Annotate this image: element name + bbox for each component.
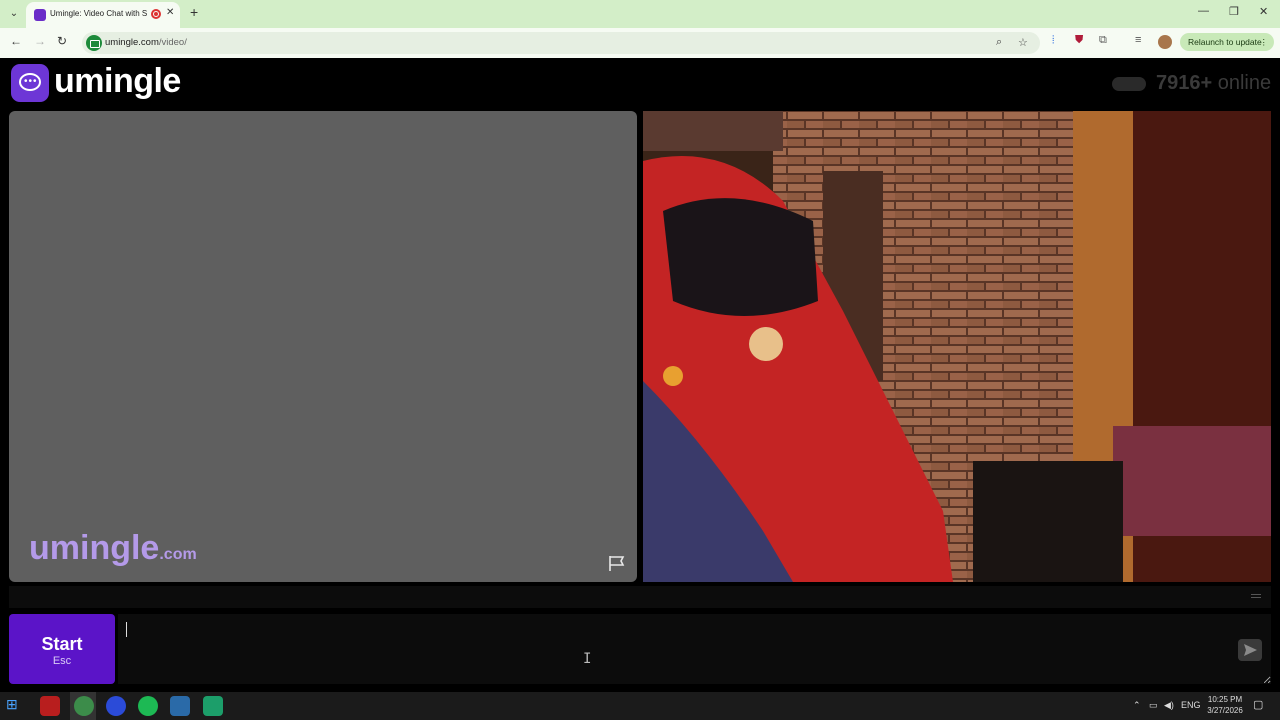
close-tab-icon[interactable]: ✕ — [166, 7, 174, 18]
zoom-icon[interactable]: ⌕ — [996, 36, 1002, 49]
restore-icon[interactable]: ❐ — [1229, 5, 1239, 18]
address-bar[interactable]: umingle.com/video/ ⌕ ☆ — [82, 32, 1040, 54]
tab-search-icon[interactable]: ⌄ — [6, 6, 22, 22]
send-icon[interactable] — [1238, 639, 1262, 661]
forward-icon[interactable]: → — [34, 34, 46, 48]
online-toggle[interactable] — [1112, 77, 1146, 91]
logo-text[interactable]: umingle — [54, 62, 181, 101]
chrome-profile-icon[interactable] — [106, 696, 126, 716]
windows-taskbar: ⊞ ⌃ ▭ ◀) ENG 10:25 PM 3/27/2026 ▢ — [0, 692, 1280, 720]
stranger-video: umingle.com — [9, 111, 637, 582]
back-icon[interactable]: ← — [10, 34, 22, 48]
close-window-icon[interactable]: ✕ — [1259, 5, 1268, 18]
umingle-page: ••• umingle 7916+ online umingle.com Sta… — [0, 58, 1280, 692]
new-tab-icon[interactable]: + — [190, 4, 198, 20]
bookmark-star-icon[interactable]: ☆ — [1018, 36, 1028, 49]
media-control-icon[interactable]: ≡ — [1135, 34, 1141, 46]
recording-indicator-icon — [151, 9, 161, 19]
browser-tab[interactable]: Umingle: Video Chat with S ✕ — [26, 2, 180, 28]
self-camera-video — [643, 111, 1271, 582]
browser-toolbar: ← → ↻ umingle.com/video/ ⌕ ☆ — [0, 28, 1280, 58]
browser-tab-strip: ⌄ Umingle: Video Chat with S ✕ + — ❐ ✕ — [0, 0, 1280, 28]
windows-start-icon[interactable]: ⊞ — [6, 696, 26, 716]
resize-handle-icon[interactable] — [1251, 594, 1261, 598]
chrome-icon[interactable] — [74, 696, 94, 716]
text-caret — [126, 622, 127, 637]
steam-icon[interactable] — [170, 696, 190, 716]
report-flag-icon[interactable] — [607, 554, 627, 572]
logo-chat-icon[interactable]: ••• — [11, 64, 49, 102]
url-text: umingle.com/video/ — [105, 37, 187, 48]
status-bar — [9, 586, 1271, 608]
favicon-icon — [34, 9, 46, 21]
profile-avatar[interactable] — [1158, 35, 1172, 49]
site-info-icon[interactable] — [86, 35, 102, 51]
menu-dots-icon: ⋮ — [1259, 37, 1269, 47]
mouse-cursor-icon: I — [583, 651, 592, 667]
network-icon[interactable]: ▭ — [1149, 700, 1158, 711]
watermark-logo: umingle.com — [29, 529, 197, 567]
extension-shield-icon[interactable]: ⛊ — [1075, 34, 1083, 47]
app-icon[interactable] — [203, 696, 223, 716]
reload-icon[interactable]: ↻ — [57, 34, 67, 48]
extension-icon[interactable]: ⦙ — [1052, 34, 1054, 47]
volume-icon[interactable]: ◀) — [1164, 700, 1174, 711]
minimize-icon[interactable]: — — [1198, 5, 1209, 17]
language-indicator[interactable]: ENG — [1181, 700, 1201, 710]
start-button[interactable]: Start Esc — [9, 614, 115, 684]
extensions-puzzle-icon[interactable]: ⧉ — [1099, 34, 1107, 47]
tab-title: Umingle: Video Chat with S — [50, 9, 148, 18]
online-counter: 7916+ online — [1156, 72, 1272, 94]
camera-feed-image — [643, 111, 1271, 582]
spotify-icon[interactable] — [138, 696, 158, 716]
chat-input[interactable] — [118, 614, 1271, 684]
clock[interactable]: 10:25 PM 3/27/2026 — [1200, 694, 1250, 716]
relaunch-button[interactable]: Relaunch to update ⋮ — [1180, 33, 1274, 51]
tray-expand-icon[interactable]: ⌃ — [1133, 700, 1141, 711]
notifications-icon[interactable]: ▢ — [1253, 698, 1263, 711]
voicemeeter-icon[interactable] — [40, 696, 60, 716]
